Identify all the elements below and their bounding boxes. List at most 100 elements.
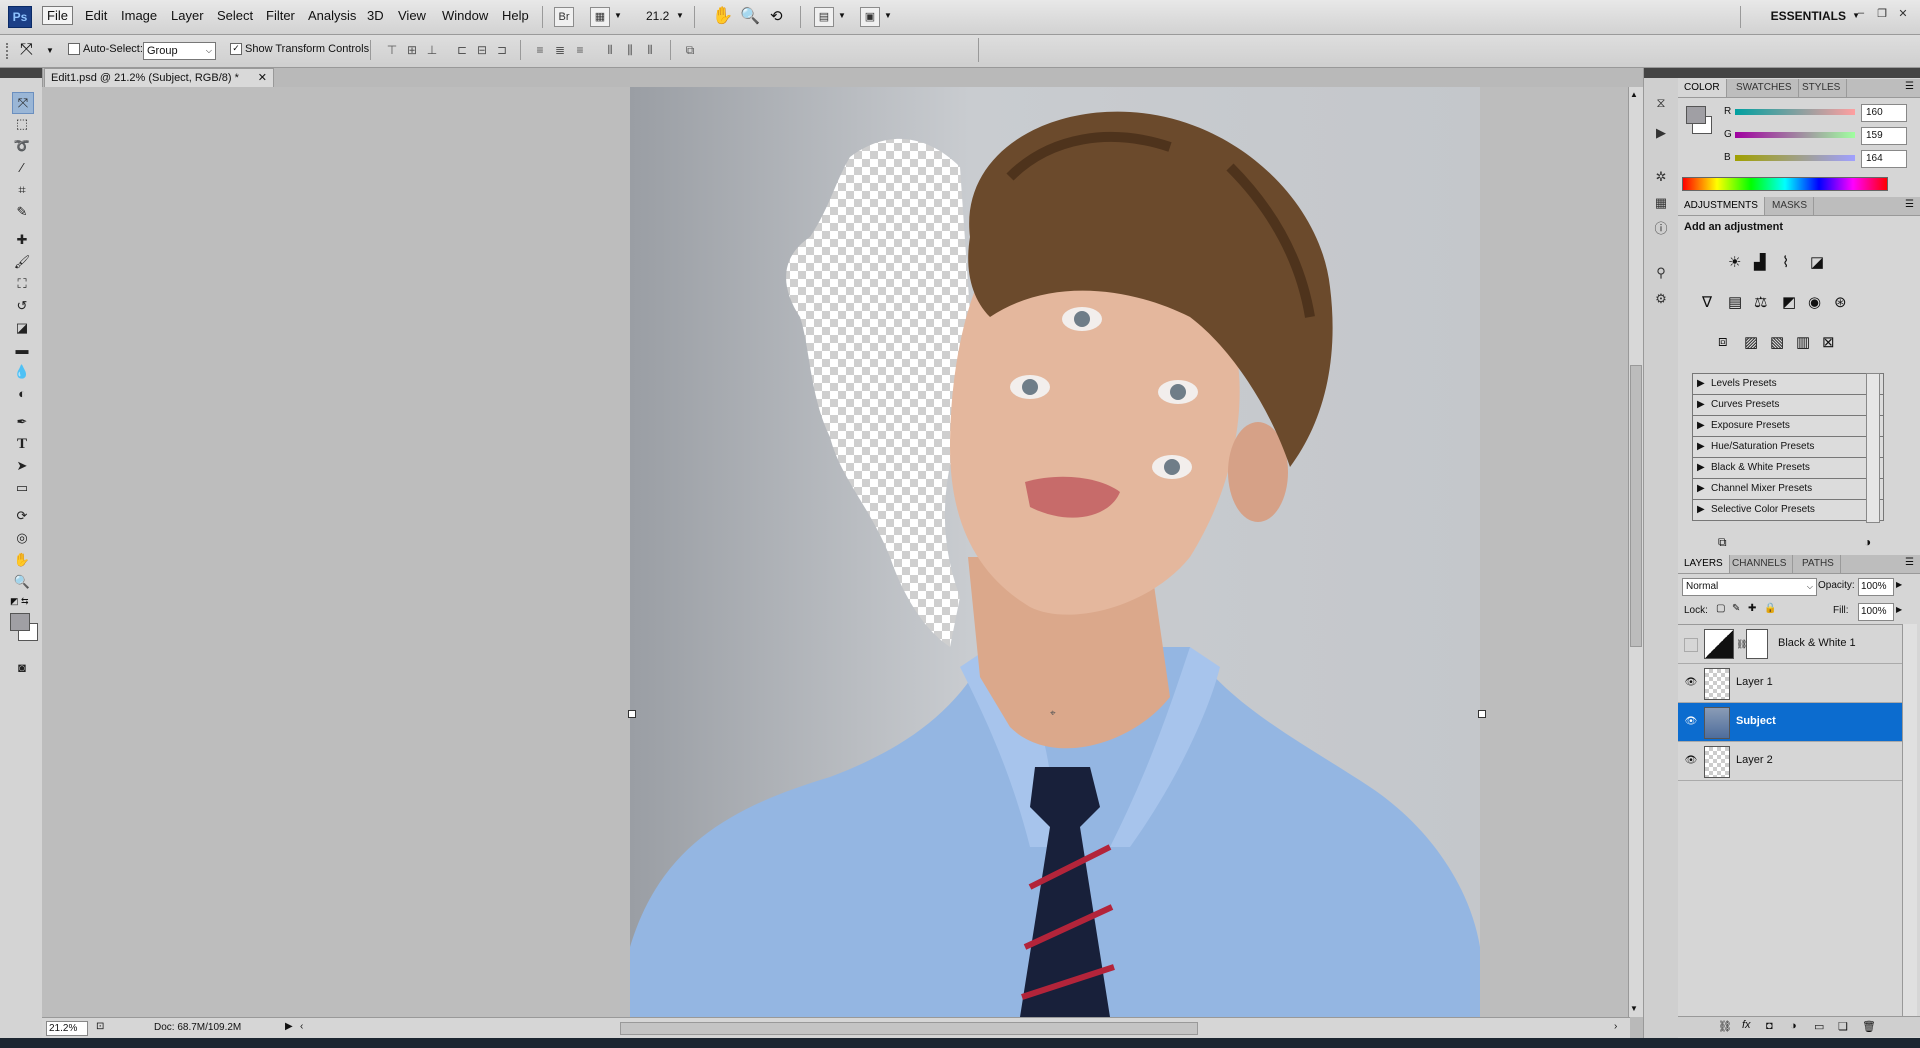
path-selection-tool-icon[interactable]: ➤ [12,456,32,476]
eye-icon[interactable]: 👁 [1684,755,1698,767]
eyedropper-tool-icon[interactable]: ✎ [12,202,32,222]
tab-layers[interactable]: LAYERS [1678,555,1730,573]
red-value[interactable]: 160 [1861,104,1907,122]
tab-styles[interactable]: STYLES [1796,79,1848,97]
layer-style-icon[interactable]: fx [1742,1019,1751,1031]
type-tool-icon[interactable]: T [12,434,32,454]
history-panel-icon[interactable]: ⧖ [1652,94,1670,112]
tab-color[interactable]: COLOR [1678,79,1727,97]
marquee-tool-icon[interactable]: ⬚ [12,114,32,134]
lock-all-icon[interactable]: 🔒 [1764,603,1776,614]
foreground-color-swatch[interactable] [1686,106,1706,124]
screen-mode-icon[interactable]: ▣ [860,7,880,27]
black-white-presets[interactable]: ▶ Black & White Presets [1692,457,1884,479]
restore-icon[interactable]: ❐ [1873,7,1891,21]
distribute-hcenter-icon[interactable]: ⫼ [622,42,638,58]
chevron-down-icon[interactable]: ▼ [884,11,892,20]
rotate-view-icon[interactable]: ⟲ [770,7,783,25]
hand-icon[interactable]: ✋ [712,6,733,26]
exposure-icon[interactable]: ◪ [1810,253,1824,271]
transform-handle-right[interactable] [1478,710,1486,718]
close-icon[interactable]: ✕ [1894,7,1912,21]
menu-layer[interactable]: Layer [171,8,204,23]
zoom-tool-icon[interactable]: 🔍 [12,572,32,592]
healing-brush-tool-icon[interactable]: ✚ [12,230,32,250]
scroll-up-icon[interactable]: ▲ [1630,90,1638,99]
history-brush-tool-icon[interactable]: ↺ [12,296,32,316]
chevron-down-icon[interactable]: ▼ [838,11,846,20]
distribute-bottom-icon[interactable]: ≡ [572,42,588,58]
add-mask-icon[interactable]: ◘ [1766,1020,1773,1032]
levels-icon[interactable]: ▟ [1754,253,1766,271]
vertical-scroll-thumb[interactable] [1630,365,1642,647]
layer-row-selected[interactable]: 👁 Subject [1678,703,1902,742]
scroll-right-icon[interactable]: › [1614,1021,1617,1032]
document-tab[interactable]: Edit1.psd @ 21.2% (Subject, RGB/8) * ✕ [44,68,274,87]
move-tool-icon[interactable]: ⤧ [12,92,34,114]
selective-color-icon[interactable]: ⊠ [1822,333,1835,351]
close-tab-icon[interactable]: ✕ [258,69,267,87]
layers-scrollbar[interactable] [1902,624,1917,1024]
panel-menu-icon[interactable]: ☰ [1905,81,1914,92]
blue-value[interactable]: 164 [1861,150,1907,168]
posterize-icon[interactable]: ▨ [1744,333,1758,351]
align-bottom-icon[interactable]: ⊥ [424,42,440,58]
curves-icon[interactable]: ⌇ [1782,253,1789,271]
gradient-map-icon[interactable]: ▥ [1796,333,1810,351]
clone-source-panel-icon[interactable]: ⚲ [1652,264,1670,282]
minimize-icon[interactable]: – [1852,7,1870,21]
menu-help[interactable]: Help [502,8,529,23]
visibility-toggle[interactable] [1684,638,1698,652]
actions-panel-icon[interactable]: ▶ [1652,124,1670,142]
channel-mixer-icon[interactable]: ⊛ [1834,293,1847,311]
scroll-left-icon[interactable]: ‹ [300,1021,303,1032]
tab-swatches[interactable]: SWATCHES [1730,79,1799,97]
align-right-icon[interactable]: ⊐ [494,42,510,58]
gradient-tool-icon[interactable]: ▬ [12,340,32,360]
quick-select-tool-icon[interactable]: ⁄ [12,158,32,178]
clip-to-layer-icon[interactable]: ⧉ [1718,535,1727,550]
chevron-down-icon[interactable]: ▼ [46,46,54,55]
view-extras-icon[interactable]: ▦ [590,7,610,27]
lasso-tool-icon[interactable]: ➰ [12,136,32,156]
new-group-icon[interactable]: ▭ [1814,1020,1824,1033]
align-top-icon[interactable]: ⊤ [384,42,400,58]
black-white-icon[interactable]: ◩ [1782,293,1796,311]
menu-window[interactable]: Window [442,8,488,23]
menu-select[interactable]: Select [217,8,253,23]
blend-mode-dropdown[interactable]: Normal ⌵ [1682,578,1817,596]
eraser-tool-icon[interactable]: ◪ [12,318,32,338]
layer-row[interactable]: 👁 Layer 1 [1678,664,1902,703]
fill-arrow-icon[interactable]: ▶ [1896,605,1902,614]
threshold-icon[interactable]: ▧ [1770,333,1784,351]
crop-tool-icon[interactable]: ⌗ [12,180,32,200]
invert-icon[interactable]: ⧈ [1718,333,1728,350]
levels-presets[interactable]: ▶ Levels Presets [1692,373,1884,395]
histogram-panel-icon[interactable]: ▦ [1652,194,1670,212]
channel-mixer-presets[interactable]: ▶ Channel Mixer Presets [1692,478,1884,500]
blur-tool-icon[interactable]: 💧 [12,362,32,382]
menu-analysis[interactable]: Analysis [308,8,356,23]
horizontal-scroll-thumb[interactable] [620,1022,1198,1035]
layer-row[interactable]: ⛓ Black & White 1 [1678,625,1902,664]
document-canvas[interactable] [630,87,1480,1017]
tab-adjustments[interactable]: ADJUSTMENTS [1678,197,1765,215]
new-layer-icon[interactable]: ❏ [1838,1020,1848,1033]
align-hcenter-icon[interactable]: ⊟ [474,42,490,58]
brush-tool-icon[interactable]: 🖌 [12,252,32,272]
tools-panel-header[interactable] [0,68,42,78]
opacity-arrow-icon[interactable]: ▶ [1896,580,1902,589]
menu-file[interactable]: File [42,6,73,25]
menu-image[interactable]: Image [121,8,157,23]
color-ramp[interactable] [1682,177,1888,191]
eye-icon[interactable]: 👁 [1684,677,1698,689]
adjustment-options-icon[interactable]: ◑ [1864,535,1871,549]
hue-saturation-presets[interactable]: ▶ Hue/Saturation Presets [1692,436,1884,458]
quick-mask-icon[interactable]: ◙ [12,658,32,678]
distribute-vcenter-icon[interactable]: ≣ [552,42,568,58]
opacity-field[interactable]: 100% [1858,578,1894,596]
exposure-presets[interactable]: ▶ Exposure Presets [1692,415,1884,437]
grip-handle[interactable] [6,43,12,59]
fill-field[interactable]: 100% [1858,603,1894,621]
pen-tool-icon[interactable]: ✒ [12,412,32,432]
